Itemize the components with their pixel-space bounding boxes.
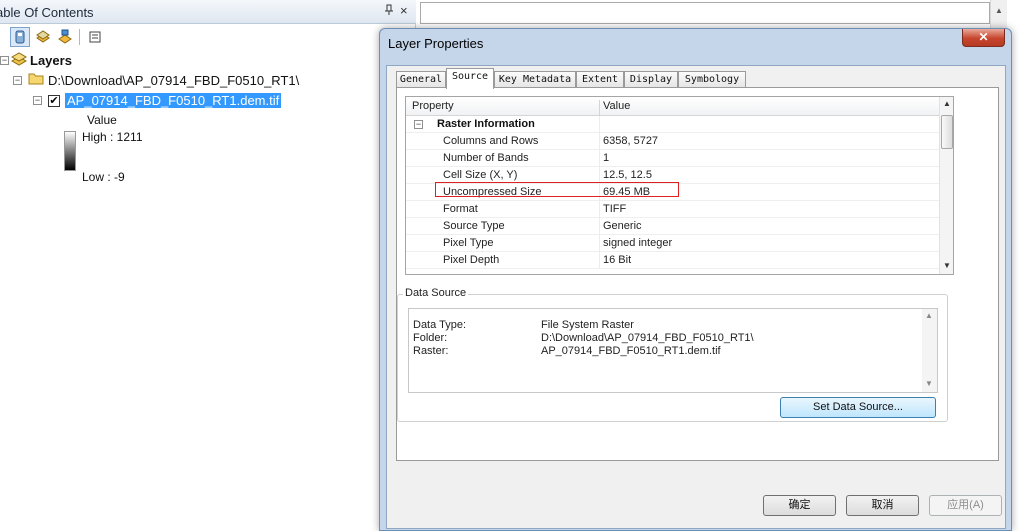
scroll-up-icon[interactable]: ▲ bbox=[995, 6, 1003, 15]
pin-icon[interactable] bbox=[384, 4, 394, 19]
list-item: Data Type: File System Raster bbox=[413, 319, 634, 331]
layers-label: Layers bbox=[30, 52, 72, 68]
layers-expander[interactable]: − bbox=[0, 56, 9, 65]
layer-visibility-checkbox[interactable]: ✔ bbox=[48, 95, 60, 107]
legend-low: Low : -9 bbox=[82, 170, 125, 184]
list-by-drawing-order-icon[interactable] bbox=[10, 27, 30, 47]
layers-icon bbox=[10, 51, 28, 69]
tab-symbology[interactable]: Symbology bbox=[678, 71, 746, 88]
folder-icon bbox=[28, 72, 44, 88]
data-source-scrollbar[interactable]: ▲ ▼ bbox=[922, 309, 937, 392]
table-row[interactable]: Columns and Rows 6358, 5727 bbox=[406, 133, 939, 150]
list-by-source-icon[interactable] bbox=[33, 27, 53, 47]
dialog-close-button[interactable]: ✕ bbox=[962, 29, 1005, 47]
folder-expander[interactable]: − bbox=[13, 76, 22, 85]
category-label: Raster Information bbox=[437, 118, 535, 130]
set-data-source-button[interactable]: Set Data Source... bbox=[780, 397, 936, 418]
background-input-box bbox=[420, 2, 990, 24]
scroll-up-icon[interactable]: ▲ bbox=[925, 311, 933, 320]
options-icon[interactable] bbox=[85, 27, 105, 47]
toc-title: able Of Contents bbox=[0, 5, 94, 20]
cancel-button[interactable]: 取消 bbox=[846, 495, 919, 516]
category-collapse-icon[interactable]: − bbox=[414, 120, 423, 129]
layer-properties-dialog: Layer Properties ✕ General Source Key Me… bbox=[379, 28, 1012, 531]
list-by-visibility-icon[interactable] bbox=[55, 27, 75, 47]
legend-high: High : 1211 bbox=[82, 130, 143, 144]
table-row[interactable]: Format TIFF bbox=[406, 201, 939, 218]
category-row-raster-information[interactable]: − Raster Information bbox=[406, 116, 939, 133]
table-of-contents-panel: able Of Contents × − Layers − D:\Downloa… bbox=[0, 0, 416, 531]
table-row[interactable]: Pixel Depth 16 Bit bbox=[406, 252, 939, 269]
raster-property-grid[interactable]: Property Value − Raster Information Colu… bbox=[405, 96, 954, 275]
data-source-textbox[interactable]: Data Type: File System Raster Folder: D:\D… bbox=[408, 308, 938, 393]
scroll-up-icon[interactable]: ▲ bbox=[943, 99, 951, 108]
list-item: Folder: D:\Download\AP_07914_FBD_F0510_RT… bbox=[413, 332, 754, 344]
column-header-value[interactable]: Value bbox=[603, 100, 630, 112]
cell-size-highlight-box bbox=[435, 182, 679, 197]
grid-scrollbar[interactable]: ▲ ▼ bbox=[939, 97, 953, 274]
elevation-color-ramp bbox=[64, 131, 76, 171]
tab-source[interactable]: Source bbox=[446, 68, 494, 89]
list-item: Raster: AP_07914_FBD_F0510_RT1.dem.tif bbox=[413, 345, 721, 357]
toc-close-icon[interactable]: × bbox=[400, 3, 408, 18]
dialog-title: Layer Properties bbox=[388, 36, 484, 51]
scroll-down-icon[interactable]: ▼ bbox=[943, 261, 951, 270]
data-source-group: Data Source Data Type: File System Raster… bbox=[397, 287, 948, 422]
toc-title-bar: able Of Contents × bbox=[0, 0, 416, 24]
folder-label: D:\Download\AP_07914_FBD_F0510_RT1\ bbox=[48, 72, 300, 88]
toolbar-separator bbox=[79, 29, 80, 45]
column-header-property[interactable]: Property bbox=[412, 100, 454, 112]
layer-expander[interactable]: − bbox=[33, 96, 42, 105]
table-row[interactable]: Source Type Generic bbox=[406, 218, 939, 235]
source-tab-page: Property Value − Raster Information Colu… bbox=[396, 87, 999, 461]
table-row[interactable]: Number of Bands 1 bbox=[406, 150, 939, 167]
tab-key-metadata[interactable]: Key Metadata bbox=[494, 71, 576, 88]
tree-node-raster-layer[interactable]: AP_07914_FBD_F0510_RT1.dem.tif bbox=[65, 92, 282, 108]
scroll-thumb[interactable] bbox=[941, 115, 953, 149]
scroll-down-icon[interactable]: ▼ bbox=[925, 379, 933, 388]
tab-display[interactable]: Display bbox=[624, 71, 678, 88]
tab-general[interactable]: General bbox=[396, 71, 446, 88]
tab-extent[interactable]: Extent bbox=[576, 71, 624, 88]
table-row[interactable]: Pixel Type signed integer bbox=[406, 235, 939, 252]
ok-button[interactable]: 确定 bbox=[763, 495, 836, 516]
dialog-client-area: General Source Key Metadata Extent Displ… bbox=[386, 65, 1006, 529]
apply-button[interactable]: 应用(A) bbox=[929, 495, 1002, 516]
tree-node-layers[interactable]: Layers bbox=[10, 51, 72, 69]
grid-header: Property Value bbox=[406, 97, 939, 119]
data-source-caption: Data Source bbox=[403, 287, 469, 299]
legend-title: Value bbox=[87, 113, 117, 127]
tree-node-folder[interactable]: D:\Download\AP_07914_FBD_F0510_RT1\ bbox=[28, 72, 299, 88]
raster-layer-label[interactable]: AP_07914_FBD_F0510_RT1.dem.tif bbox=[65, 92, 282, 108]
toc-toolbar bbox=[0, 25, 416, 49]
